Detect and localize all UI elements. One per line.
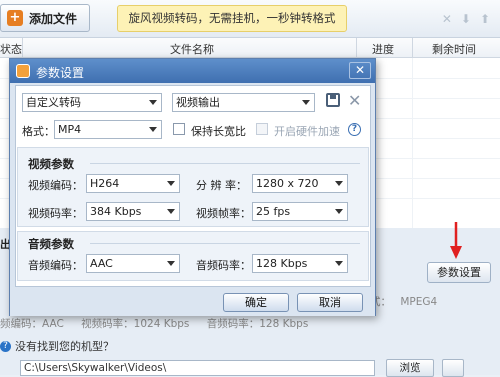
hardware-acceleration-label: 开启硬件加速 <box>274 125 340 138</box>
keep-aspect-ratio-checkbox[interactable] <box>173 123 185 135</box>
output-path-input[interactable]: C:\Users\Skywalker\Videos\ <box>20 360 375 376</box>
remove-icon[interactable]: ✕ <box>442 12 452 26</box>
chevron-down-icon <box>149 100 157 105</box>
dialog-title-bar[interactable]: 参数设置 ✕ <box>10 59 375 83</box>
promo-banner[interactable]: 旋风视频转码，无需挂机，一秒钟转格式 <box>117 5 347 32</box>
audio-codec-select[interactable]: AAC <box>86 254 180 273</box>
model-not-found-link[interactable]: ? 没有找到您的机型？ <box>0 338 114 354</box>
column-remaining-time[interactable]: 剩余时间 <box>432 41 476 57</box>
video-bitrate-select[interactable]: 384 Kbps <box>86 202 180 221</box>
browse-button[interactable]: 浏览 <box>386 359 434 377</box>
chevron-down-icon <box>167 181 175 186</box>
video-group-title: 视频参数 <box>28 157 74 171</box>
save-icon[interactable] <box>326 93 340 107</box>
audio-codec-label: 音频编码： <box>28 259 83 272</box>
delete-icon[interactable]: ✕ <box>348 91 361 110</box>
framerate-value: 25 fps <box>256 205 291 218</box>
model-not-found-text: 没有找到您的机型？ <box>15 340 114 353</box>
audio-bitrate-select[interactable]: 128 Kbps <box>252 254 348 273</box>
audio-bitrate-info: 音频码率：128 Kbps <box>206 318 309 330</box>
audio-codec-value: AAC <box>90 257 113 270</box>
video-bitrate-value: 384 Kbps <box>90 205 142 218</box>
preset-value: 自定义转码 <box>26 96 81 109</box>
dialog-footer: 确定 取消 <box>10 288 375 316</box>
add-file-button[interactable]: + 添加文件 <box>0 4 90 32</box>
chevron-down-icon <box>335 261 343 266</box>
app-icon <box>16 64 30 78</box>
output-type-value: 视频输出 <box>176 96 220 109</box>
format-select[interactable]: MP4 <box>54 120 162 139</box>
red-arrow-icon <box>450 222 462 259</box>
resolution-label: 分 辨 率： <box>196 179 247 192</box>
format-label: 格式： <box>22 125 55 138</box>
format-value: MP4 <box>58 123 82 136</box>
preset-select[interactable]: 自定义转码 <box>22 93 162 112</box>
output-encoding-info: 频编码：AAC 视频码率：1024 Kbps 音频码率：128 Kbps <box>0 316 322 331</box>
audio-bitrate-label: 音频码率： <box>196 259 251 272</box>
framerate-label: 视频帧率： <box>196 207 251 220</box>
format-value: MPEG4 <box>400 296 438 308</box>
audio-group-title: 音频参数 <box>28 237 74 251</box>
help-icon[interactable]: ? <box>348 123 361 136</box>
toolbar: + 添加文件 旋风视频转码，无需挂机，一秒钟转格式 ✕ ⬇ ⬆ <box>0 0 500 38</box>
output-type-select[interactable]: 视频输出 <box>172 93 315 112</box>
ok-button[interactable]: 确定 <box>223 293 289 312</box>
chevron-down-icon <box>149 127 157 132</box>
audio-codec-info: 频编码：AAC <box>0 318 64 330</box>
output-format-info: 式： MPEG4 <box>370 294 437 309</box>
keep-aspect-ratio-label: 保持长宽比 <box>191 125 246 138</box>
toolbar-icons: ✕ ⬇ ⬆ <box>442 12 490 26</box>
video-bitrate-label: 视频码率： <box>28 207 83 220</box>
close-icon[interactable]: ✕ <box>349 62 371 79</box>
column-filename[interactable]: 文件名称 <box>170 41 214 57</box>
chevron-down-icon <box>302 100 310 105</box>
video-codec-value: H264 <box>90 177 120 190</box>
parameter-settings-button[interactable]: 参数设置 <box>427 262 491 283</box>
cancel-button[interactable]: 取消 <box>297 293 363 312</box>
video-codec-select[interactable]: H264 <box>86 174 180 193</box>
add-file-icon: + <box>7 10 23 26</box>
dialog-title: 参数设置 <box>36 66 85 80</box>
framerate-select[interactable]: 25 fps <box>252 202 348 221</box>
video-bitrate-info: 视频码率：1024 Kbps <box>81 318 190 330</box>
hardware-acceleration-checkbox[interactable] <box>256 123 268 135</box>
parameter-settings-dialog: 参数设置 ✕ 自定义转码 视频输出 ✕ 格式： MP4 保持长宽比 开启硬件加速… <box>9 58 376 316</box>
chevron-down-icon <box>167 261 175 266</box>
chevron-down-icon <box>335 181 343 186</box>
add-file-label: 添加文件 <box>29 11 78 26</box>
audio-bitrate-value: 128 Kbps <box>256 257 308 270</box>
column-status[interactable]: 状态 <box>0 41 22 57</box>
column-progress[interactable]: 进度 <box>372 41 394 57</box>
output-path-row: C:\Users\Skywalker\Videos\ 浏览 <box>0 358 500 377</box>
help-icon: ? <box>0 340 11 352</box>
move-down-icon[interactable]: ⬇ <box>461 12 471 26</box>
resolution-value: 1280 x 720 <box>256 177 319 190</box>
chevron-down-icon <box>335 209 343 214</box>
video-codec-label: 视频编码： <box>28 179 83 192</box>
file-list-header: 状态 文件名称 进度 剩余时间 <box>0 38 500 58</box>
open-folder-button[interactable] <box>442 359 464 377</box>
move-up-icon[interactable]: ⬆ <box>480 12 490 26</box>
chevron-down-icon <box>167 209 175 214</box>
resolution-select[interactable]: 1280 x 720 <box>252 174 348 193</box>
